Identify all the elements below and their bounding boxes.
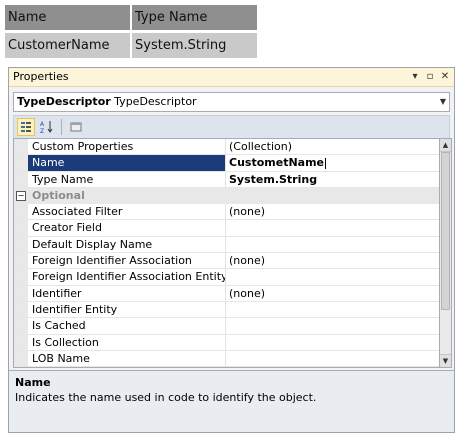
type-table-row: CustomerName System.String: [5, 33, 259, 58]
maximize-icon[interactable]: ▫: [425, 68, 435, 86]
scrollbar-thumb[interactable]: [441, 152, 450, 310]
name-value-input[interactable]: CustometName: [226, 155, 439, 170]
svg-text:A: A: [40, 121, 45, 128]
collapse-icon[interactable]: −: [14, 188, 28, 203]
properties-title-bar: Properties ▾ ▫ ✕: [9, 68, 454, 87]
property-value[interactable]: (none): [226, 204, 439, 219]
property-name: Name: [28, 155, 226, 171]
property-value[interactable]: [226, 318, 439, 333]
description-panel: Name Indicates the name used in code to …: [9, 370, 454, 432]
grid-row-lob-name[interactable]: LOB Name: [14, 350, 439, 367]
selector-object-type: TypeDescriptor: [114, 95, 197, 108]
description-title: Name: [15, 376, 51, 389]
cell-type-name: System.String: [132, 33, 257, 58]
grid-row-default-display-name[interactable]: Default Display Name: [14, 236, 439, 254]
type-table-header: Name Type Name: [5, 5, 259, 30]
dropdown-arrow-icon[interactable]: ▾: [410, 68, 420, 86]
vertical-scrollbar[interactable]: ▲ ▼: [440, 138, 452, 368]
property-name: Is Cached: [28, 318, 226, 334]
property-name: Identifier: [28, 285, 226, 301]
toolbar-separator: [61, 119, 62, 135]
property-name: Foreign Identifier Association: [28, 253, 226, 269]
grid-row-name[interactable]: Name CustometName: [14, 155, 439, 172]
selector-object-name: TypeDescriptor: [17, 95, 111, 108]
property-value[interactable]: (none): [226, 286, 439, 301]
object-selector[interactable]: TypeDescriptor TypeDescriptor ▼: [13, 92, 450, 112]
grid-row-creator-field[interactable]: Creator Field: [14, 220, 439, 237]
property-value[interactable]: [226, 302, 439, 317]
property-name: Creator Field: [28, 220, 226, 236]
svg-text:Z: Z: [40, 128, 44, 134]
property-name: Associated Filter: [28, 204, 226, 220]
property-value[interactable]: (none): [226, 253, 439, 268]
property-name: Default Display Name: [28, 236, 226, 253]
properties-toolbar: AZ: [13, 115, 450, 139]
category-optional[interactable]: − Optional: [14, 187, 439, 205]
property-value[interactable]: [226, 220, 439, 235]
property-name: Foreign Identifier Association Entity: [28, 269, 226, 285]
property-grid: Custom Properties (Collection) Name Cust…: [13, 138, 440, 368]
property-value[interactable]: [226, 237, 439, 252]
grid-row-identifier-entity[interactable]: Identifier Entity: [14, 301, 439, 319]
grid-row-custom-properties[interactable]: Custom Properties (Collection): [14, 139, 439, 156]
window-title: Properties: [13, 70, 69, 83]
property-value[interactable]: [226, 269, 439, 284]
header-name: Name: [5, 5, 130, 30]
grid-row-is-collection[interactable]: Is Collection: [14, 334, 439, 351]
categorized-icon[interactable]: [17, 118, 35, 136]
chevron-down-icon[interactable]: ▼: [437, 93, 449, 110]
scroll-up-icon[interactable]: ▲: [440, 139, 451, 152]
description-text: Indicates the name used in code to ident…: [15, 391, 317, 404]
property-name: LOB Name: [28, 350, 226, 367]
property-value[interactable]: System.String: [226, 172, 439, 187]
property-pages-icon[interactable]: [67, 118, 85, 136]
grid-row-identifier[interactable]: Identifier (none): [14, 285, 439, 302]
property-name: Is Collection: [28, 334, 226, 350]
close-icon[interactable]: ✕: [440, 68, 450, 86]
header-type-name: Type Name: [132, 5, 257, 30]
properties-window: Properties ▾ ▫ ✕ TypeDescriptor TypeDesc…: [8, 67, 455, 433]
property-value[interactable]: [226, 351, 439, 366]
text-caret: [325, 157, 326, 169]
grid-row-associated-filter[interactable]: Associated Filter (none): [14, 204, 439, 221]
type-table: Name Type Name CustomerName System.Strin…: [5, 5, 259, 61]
grid-row-type-name[interactable]: Type Name System.String: [14, 171, 439, 188]
scroll-down-icon[interactable]: ▼: [440, 354, 451, 367]
property-name: Identifier Entity: [28, 301, 226, 318]
grid-row-foreign-identifier-association-entity[interactable]: Foreign Identifier Association Entity: [14, 269, 439, 286]
cell-name: CustomerName: [5, 33, 130, 58]
property-name: Custom Properties: [28, 139, 226, 155]
category-label: Optional: [32, 188, 85, 202]
grid-row-foreign-identifier-association[interactable]: Foreign Identifier Association (none): [14, 253, 439, 270]
property-value[interactable]: (Collection): [226, 139, 439, 154]
grid-row-is-cached[interactable]: Is Cached: [14, 318, 439, 335]
property-value[interactable]: [226, 335, 439, 350]
alphabetical-icon[interactable]: AZ: [38, 118, 56, 136]
property-name: Type Name: [28, 171, 226, 187]
